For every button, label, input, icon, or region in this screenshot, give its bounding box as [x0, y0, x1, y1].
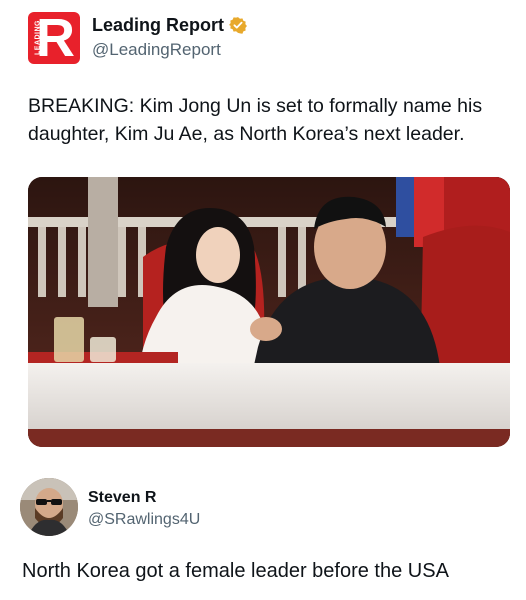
reply-display-name[interactable]: Steven R — [88, 488, 156, 508]
tweet-photo[interactable] — [28, 177, 510, 447]
reply-text: North Korea got a female leader before t… — [22, 560, 449, 582]
user-avatar-illustration — [20, 478, 78, 536]
tweet-text: BREAKING: Kim Jong Un is set to formally… — [28, 95, 483, 145]
reply-handle[interactable]: @SRawlings4U — [88, 510, 200, 530]
post-container: LEADING R Leading Report @LeadingReport … — [0, 0, 526, 600]
reply-user-avatar[interactable] — [20, 478, 78, 536]
verified-badge-icon — [229, 16, 247, 34]
author-name-row: Leading Report — [92, 14, 247, 36]
author-display-name[interactable]: Leading Report — [92, 14, 224, 36]
photo-illustration — [28, 177, 510, 447]
leading-report-avatar[interactable]: LEADING R — [28, 12, 80, 64]
avatar-letter: R — [36, 12, 75, 64]
author-handle[interactable]: @LeadingReport — [92, 40, 221, 60]
